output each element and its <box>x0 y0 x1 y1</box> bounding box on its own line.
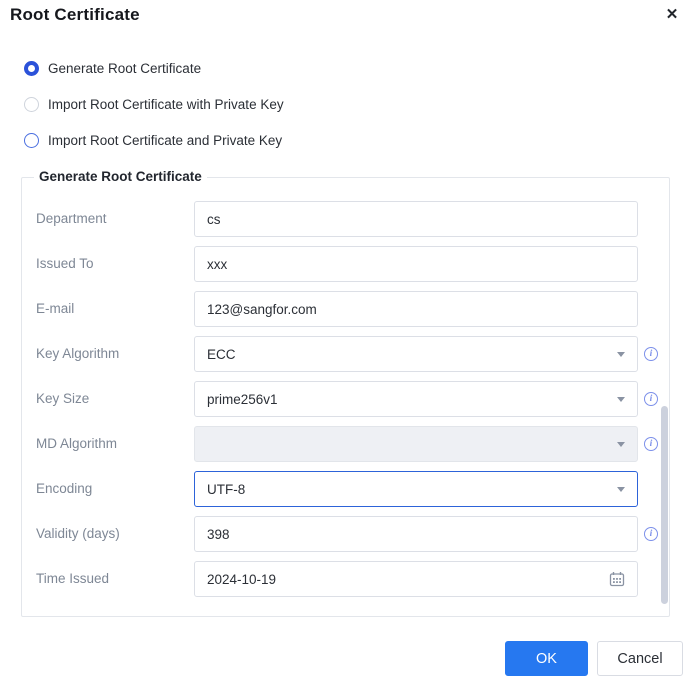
info-icon[interactable]: i <box>644 347 658 361</box>
form-row-time-issued: Time Issued <box>22 561 669 597</box>
field-label: MD Algorithm <box>36 436 118 451</box>
form-row-encoding: Encoding UTF-8 <box>22 471 669 507</box>
radio-generate-root-certificate[interactable]: Generate Root Certificate <box>24 58 201 78</box>
form-row-key-size: Key Size prime256v1 i <box>22 381 669 417</box>
department-field <box>194 201 638 237</box>
validity-input[interactable] <box>207 526 625 542</box>
radio-unselected-icon <box>24 96 39 112</box>
department-input[interactable] <box>207 211 625 227</box>
generate-root-certificate-group: Generate Root Certificate Department Iss… <box>21 169 670 617</box>
cancel-button[interactable]: Cancel <box>597 641 683 676</box>
radio-unselected-icon <box>24 132 39 148</box>
info-icon[interactable]: i <box>644 527 658 541</box>
time-issued-field <box>194 561 638 597</box>
form-row-key-algorithm: Key Algorithm ECC i <box>22 336 669 372</box>
radio-selected-icon <box>24 60 39 76</box>
issued-to-input[interactable] <box>207 256 625 272</box>
key-size-select[interactable]: prime256v1 <box>194 381 638 417</box>
radio-label: Import Root Certificate and Private Key <box>48 132 283 148</box>
validity-field <box>194 516 638 552</box>
field-label: E-mail <box>36 301 75 316</box>
key-algorithm-select[interactable]: ECC <box>194 336 638 372</box>
encoding-select[interactable]: UTF-8 <box>194 471 638 507</box>
selected-value: ECC <box>207 346 236 362</box>
form-row-md-algorithm: MD Algorithm i <box>22 426 669 462</box>
md-algorithm-select-disabled <box>194 426 638 462</box>
radio-label: Import Root Certificate with Private Key <box>48 96 284 112</box>
issued-to-field <box>194 246 638 282</box>
chevron-down-icon <box>617 441 625 447</box>
root-certificate-dialog: Root Certificate ✕ Generate Root Certifi… <box>0 0 693 680</box>
selected-value: prime256v1 <box>207 391 278 407</box>
dialog-title: Root Certificate <box>10 5 140 24</box>
field-label: Key Algorithm <box>36 346 120 361</box>
info-icon[interactable]: i <box>644 392 658 406</box>
form-row-validity: Validity (days) i <box>22 516 669 552</box>
field-label: Encoding <box>36 481 93 496</box>
chevron-down-icon <box>617 486 625 492</box>
email-input[interactable] <box>207 301 625 317</box>
form-row-email: E-mail <box>22 291 669 327</box>
form-row-issued-to: Issued To <box>22 246 669 282</box>
field-label: Time Issued <box>36 571 110 586</box>
field-label: Key Size <box>36 391 90 406</box>
chevron-down-icon <box>617 351 625 357</box>
field-label: Validity (days) <box>36 526 120 541</box>
ok-button[interactable]: OK <box>505 641 588 676</box>
field-label: Department <box>36 211 107 226</box>
email-field <box>194 291 638 327</box>
form-row-department: Department <box>22 201 669 237</box>
radio-import-with-private-key[interactable]: Import Root Certificate with Private Key <box>24 94 284 114</box>
field-label: Issued To <box>36 256 94 271</box>
info-icon[interactable]: i <box>644 437 658 451</box>
radio-label: Generate Root Certificate <box>48 60 202 76</box>
group-legend: Generate Root Certificate <box>34 169 207 184</box>
calendar-icon[interactable] <box>609 571 625 587</box>
scrollbar-thumb[interactable] <box>661 406 668 604</box>
chevron-down-icon <box>617 396 625 402</box>
time-issued-input[interactable] <box>207 571 601 587</box>
radio-import-and-private-key[interactable]: Import Root Certificate and Private Key <box>24 130 282 150</box>
close-icon[interactable]: ✕ <box>661 4 683 26</box>
selected-value: UTF-8 <box>207 481 246 497</box>
